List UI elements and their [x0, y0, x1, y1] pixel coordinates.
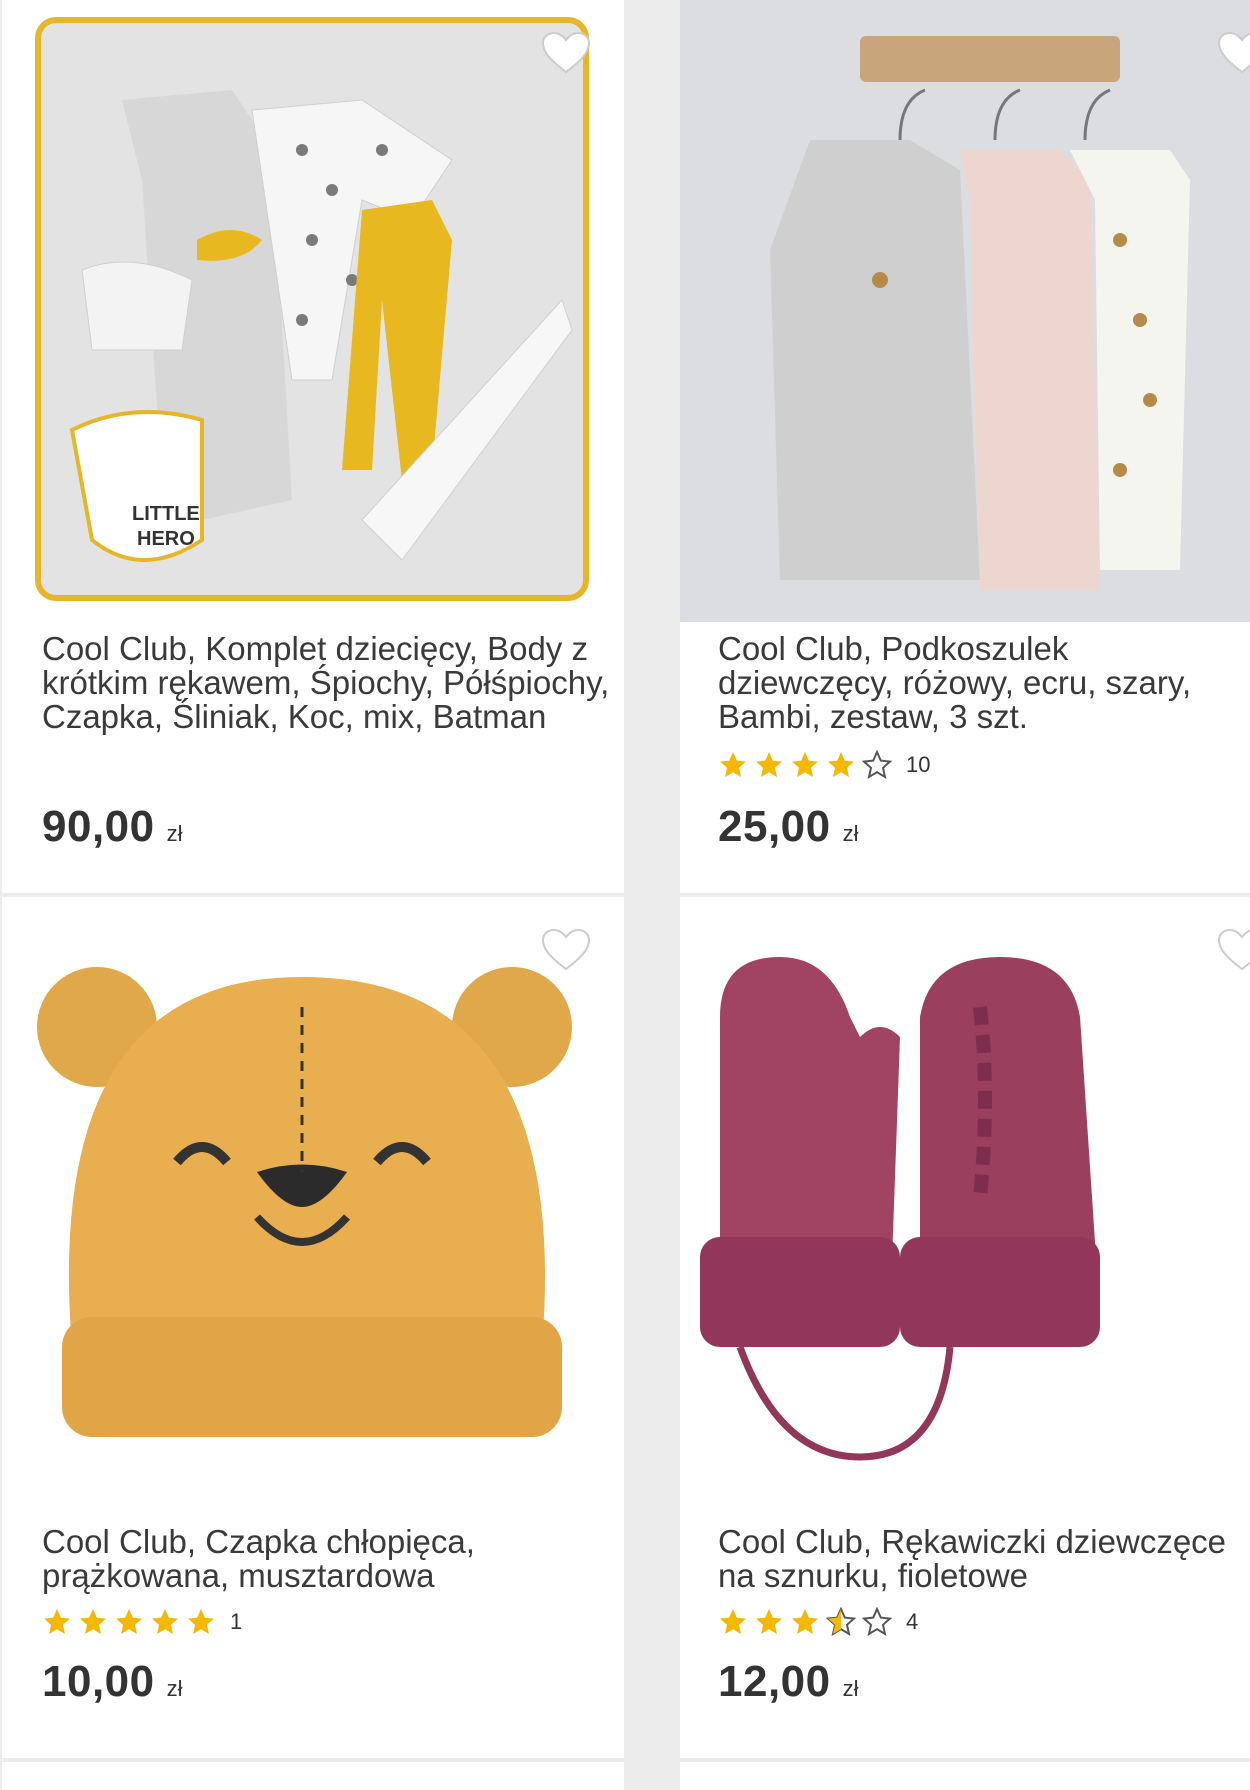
product-title[interactable]: Cool Club, Rękawiczki dziewczęce na sznu… [718, 1525, 1240, 1593]
product-price: 10,00 zł [42, 1657, 183, 1707]
purple-mittens-image [700, 957, 1100, 1461]
star-full-icon [828, 752, 854, 777]
star-full-icon [756, 1609, 782, 1634]
svg-text:HERO: HERO [137, 528, 195, 550]
review-count: 10 [906, 752, 931, 777]
product-card[interactable] [680, 1762, 1250, 1790]
price-currency: zł [842, 821, 859, 846]
review-count: 1 [230, 1609, 243, 1634]
product-card[interactable]: LITTLE HERO Cool Club, Komplet dziecięcy… [2, 0, 624, 893]
product-rating: 10 [718, 748, 930, 782]
product-price: 25,00 zł [718, 802, 859, 852]
star-empty-icon [862, 750, 892, 780]
star-full-icon [792, 752, 818, 777]
batman-baby-set-image: LITTLE HERO [35, 17, 589, 601]
price-amount: 25,00 [718, 802, 831, 851]
svg-text:LITTLE: LITTLE [132, 503, 200, 525]
price-amount: 12,00 [718, 1657, 831, 1706]
bambi-tops-image [770, 36, 1190, 590]
product-card[interactable]: Cool Club, Podkoszulek dziewczęcy, różow… [680, 0, 1250, 893]
product-rating: 4 [718, 1605, 918, 1639]
price-currency: zł [166, 1676, 183, 1701]
product-image[interactable]: LITTLE HERO [2, 0, 624, 622]
heart-icon[interactable] [540, 927, 592, 973]
product-title[interactable]: Cool Club, Podkoszulek dziewczęcy, różow… [718, 632, 1240, 734]
star-full-icon [720, 752, 746, 777]
product-grid: LITTLE HERO Cool Club, Komplet dziecięcy… [0, 0, 1250, 1790]
product-price: 90,00 zł [42, 802, 183, 852]
product-card[interactable] [2, 1762, 624, 1790]
review-count: 4 [906, 1609, 919, 1634]
star-empty-icon [862, 1607, 892, 1637]
heart-icon[interactable] [1216, 927, 1250, 973]
star-full-icon [792, 1609, 818, 1634]
heart-icon[interactable] [540, 30, 592, 76]
product-title[interactable]: Cool Club, Komplet dziecięcy, Body z kró… [42, 632, 614, 734]
price-currency: zł [166, 821, 183, 846]
star-full-icon [80, 1609, 106, 1634]
star-full-icon [720, 1609, 746, 1634]
star-full-icon [116, 1609, 142, 1634]
price-amount: 10,00 [42, 1657, 155, 1706]
star-full-icon [188, 1609, 214, 1634]
product-card[interactable]: Cool Club, Rękawiczki dziewczęce na sznu… [680, 897, 1250, 1758]
product-price: 12,00 zł [718, 1657, 859, 1707]
product-title[interactable]: Cool Club, Czapka chłopięca, prążkowana,… [42, 1525, 614, 1593]
star-full-icon [152, 1609, 178, 1634]
price-amount: 90,00 [42, 802, 155, 851]
product-card[interactable]: Cool Club, Czapka chłopięca, prążkowana,… [2, 897, 624, 1758]
product-image[interactable] [2, 897, 624, 1497]
mustard-bear-hat-image [37, 967, 572, 1437]
star-full-icon [756, 752, 782, 777]
star-half-icon [826, 1607, 856, 1637]
product-image[interactable] [680, 897, 1250, 1497]
star-full-icon [44, 1609, 70, 1634]
product-rating: 1 [42, 1605, 242, 1639]
product-image[interactable] [680, 0, 1250, 622]
price-currency: zł [842, 1676, 859, 1701]
heart-icon[interactable] [1216, 30, 1250, 76]
